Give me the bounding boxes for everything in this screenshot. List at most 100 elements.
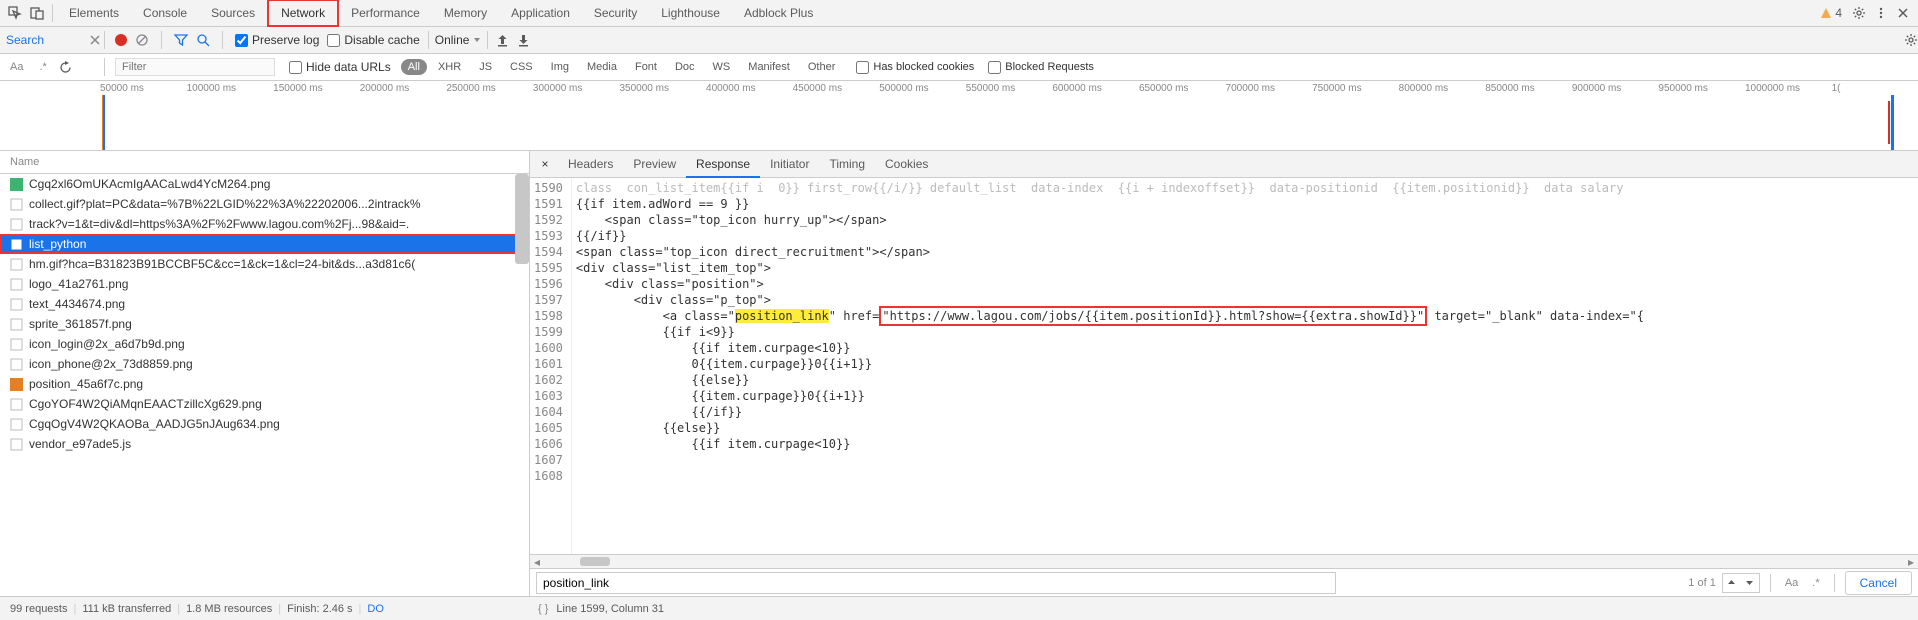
request-name: collect.gif?plat=PC&data=%7B%22LGID%22%3… bbox=[29, 197, 421, 211]
detail-tab-preview[interactable]: Preview bbox=[623, 152, 686, 177]
tab-performance[interactable]: Performance bbox=[339, 1, 432, 25]
hscroll-thumb[interactable] bbox=[580, 557, 610, 566]
type-filter-css[interactable]: CSS bbox=[503, 59, 540, 75]
request-row[interactable]: CgoYOF4W2QiAMqnEAACTzillcXg629.png bbox=[0, 394, 529, 414]
tab-memory[interactable]: Memory bbox=[432, 1, 499, 25]
search-prev-icon[interactable] bbox=[1723, 574, 1741, 592]
refresh-icon[interactable] bbox=[59, 61, 72, 74]
search-match-case[interactable]: Aa bbox=[1781, 577, 1802, 589]
search-label: Search bbox=[6, 33, 44, 47]
upload-icon[interactable] bbox=[496, 34, 509, 47]
download-icon[interactable] bbox=[517, 34, 530, 47]
tab-application[interactable]: Application bbox=[499, 1, 582, 25]
detail-tab-response[interactable]: Response bbox=[686, 152, 760, 178]
requests-header: Name bbox=[0, 151, 529, 174]
disable-cache-checkbox[interactable]: Disable cache bbox=[327, 33, 419, 47]
inspect-icon[interactable] bbox=[4, 2, 26, 24]
file-type-icon bbox=[10, 218, 23, 231]
file-type-icon bbox=[10, 418, 23, 431]
request-name: track?v=1&t=div&dl=https%3A%2F%2Fwww.lag… bbox=[29, 217, 409, 231]
tab-lighthouse[interactable]: Lighthouse bbox=[649, 1, 732, 25]
search-next-icon[interactable] bbox=[1741, 574, 1759, 592]
type-filter-all[interactable]: All bbox=[401, 59, 427, 75]
timeline-overview[interactable]: 50000 ms100000 ms150000 ms200000 ms25000… bbox=[0, 81, 1918, 151]
file-type-icon bbox=[10, 438, 23, 451]
filter-input[interactable] bbox=[115, 58, 275, 76]
request-row[interactable]: hm.gif?hca=B31823B91BCCBF5C&cc=1&ck=1&cl… bbox=[0, 254, 529, 274]
type-filter-ws[interactable]: WS bbox=[706, 59, 738, 75]
response-search-input[interactable] bbox=[536, 572, 1336, 594]
hscroll-left-icon[interactable]: ◂ bbox=[530, 555, 544, 568]
close-devtools-icon[interactable] bbox=[1892, 2, 1914, 24]
hscroll-right-icon[interactable]: ▸ bbox=[1904, 555, 1918, 568]
file-type-icon bbox=[10, 278, 23, 291]
blocked-requests-checkbox[interactable]: Blocked Requests bbox=[988, 61, 1094, 74]
close-search-icon[interactable] bbox=[90, 35, 100, 45]
search-regex[interactable]: .* bbox=[1808, 577, 1823, 589]
request-scrollbar[interactable] bbox=[515, 174, 529, 264]
device-icon[interactable] bbox=[26, 2, 48, 24]
file-type-icon bbox=[10, 298, 23, 311]
match-case-toggle[interactable]: Aa bbox=[6, 61, 27, 73]
status-finish: Finish: 2.46 s bbox=[287, 603, 352, 615]
regex-toggle[interactable]: .* bbox=[35, 61, 50, 73]
type-filter-js[interactable]: JS bbox=[472, 59, 499, 75]
clear-icon[interactable] bbox=[135, 33, 149, 47]
panel-gear-icon[interactable] bbox=[1904, 33, 1918, 47]
detail-tab-cookies[interactable]: Cookies bbox=[875, 152, 938, 177]
cursor-position: Line 1599, Column 31 bbox=[556, 603, 664, 615]
request-row[interactable]: position_45a6f7c.png bbox=[0, 374, 529, 394]
search-result-count: 1 of 1 bbox=[1688, 577, 1716, 589]
file-type-icon bbox=[10, 198, 23, 211]
more-icon[interactable] bbox=[1870, 2, 1892, 24]
preserve-log-checkbox[interactable]: Preserve log bbox=[235, 33, 319, 47]
request-row[interactable]: icon_phone@2x_73d8859.png bbox=[0, 354, 529, 374]
request-row[interactable]: collect.gif?plat=PC&data=%7B%22LGID%22%3… bbox=[0, 194, 529, 214]
request-row[interactable]: Cgq2xl6OmUKAcmIgAACaLwd4YcM264.png bbox=[0, 174, 529, 194]
request-row[interactable]: CgqOgV4W2QKAOBa_AADJG5nJAug634.png bbox=[0, 414, 529, 434]
request-row[interactable]: text_4434674.png bbox=[0, 294, 529, 314]
file-type-icon bbox=[10, 258, 23, 271]
type-filter-doc[interactable]: Doc bbox=[668, 59, 702, 75]
status-requests: 99 requests bbox=[10, 603, 67, 615]
file-type-icon bbox=[10, 318, 23, 331]
warnings-badge[interactable]: 4 bbox=[1820, 6, 1842, 20]
request-row[interactable]: list_python bbox=[0, 234, 529, 254]
tab-console[interactable]: Console bbox=[131, 1, 199, 25]
tab-network[interactable]: Network bbox=[267, 0, 339, 27]
detail-tab-timing[interactable]: Timing bbox=[819, 152, 875, 177]
search-icon[interactable] bbox=[196, 33, 210, 47]
type-filter-xhr[interactable]: XHR bbox=[431, 59, 468, 75]
file-type-icon bbox=[10, 178, 23, 191]
request-name: logo_41a2761.png bbox=[29, 277, 128, 291]
cancel-button[interactable]: Cancel bbox=[1845, 571, 1912, 595]
filter-icon[interactable] bbox=[174, 33, 188, 47]
request-name: Cgq2xl6OmUKAcmIgAACaLwd4YcM264.png bbox=[29, 177, 270, 191]
tab-adblock-plus[interactable]: Adblock Plus bbox=[732, 1, 825, 25]
request-row[interactable]: vendor_e97ade5.js bbox=[0, 434, 529, 454]
record-button[interactable] bbox=[115, 34, 127, 46]
hide-data-urls-checkbox[interactable]: Hide data URLs bbox=[289, 60, 391, 74]
request-row[interactable]: sprite_361857f.png bbox=[0, 314, 529, 334]
type-filter-img[interactable]: Img bbox=[544, 59, 576, 75]
detail-tab-initiator[interactable]: Initiator bbox=[760, 152, 819, 177]
type-filter-other[interactable]: Other bbox=[801, 59, 843, 75]
type-filter-media[interactable]: Media bbox=[580, 59, 624, 75]
file-type-icon bbox=[10, 378, 23, 391]
gear-icon[interactable] bbox=[1848, 2, 1870, 24]
blocked-cookies-checkbox[interactable]: Has blocked cookies bbox=[856, 61, 974, 74]
type-filter-manifest[interactable]: Manifest bbox=[741, 59, 797, 75]
tab-elements[interactable]: Elements bbox=[57, 1, 131, 25]
request-name: sprite_361857f.png bbox=[29, 317, 132, 331]
pretty-print-icon[interactable]: { } bbox=[538, 603, 548, 615]
request-row[interactable]: logo_41a2761.png bbox=[0, 274, 529, 294]
tab-sources[interactable]: Sources bbox=[199, 1, 267, 25]
type-filter-font[interactable]: Font bbox=[628, 59, 664, 75]
tab-security[interactable]: Security bbox=[582, 1, 649, 25]
close-detail-icon[interactable]: × bbox=[536, 157, 554, 171]
detail-tab-headers[interactable]: Headers bbox=[558, 152, 623, 177]
request-row[interactable]: track?v=1&t=div&dl=https%3A%2F%2Fwww.lag… bbox=[0, 214, 529, 234]
request-row[interactable]: icon_login@2x_a6d7b9d.png bbox=[0, 334, 529, 354]
throttle-select[interactable]: Online bbox=[428, 31, 489, 49]
status-resources: 1.8 MB resources bbox=[186, 603, 272, 615]
